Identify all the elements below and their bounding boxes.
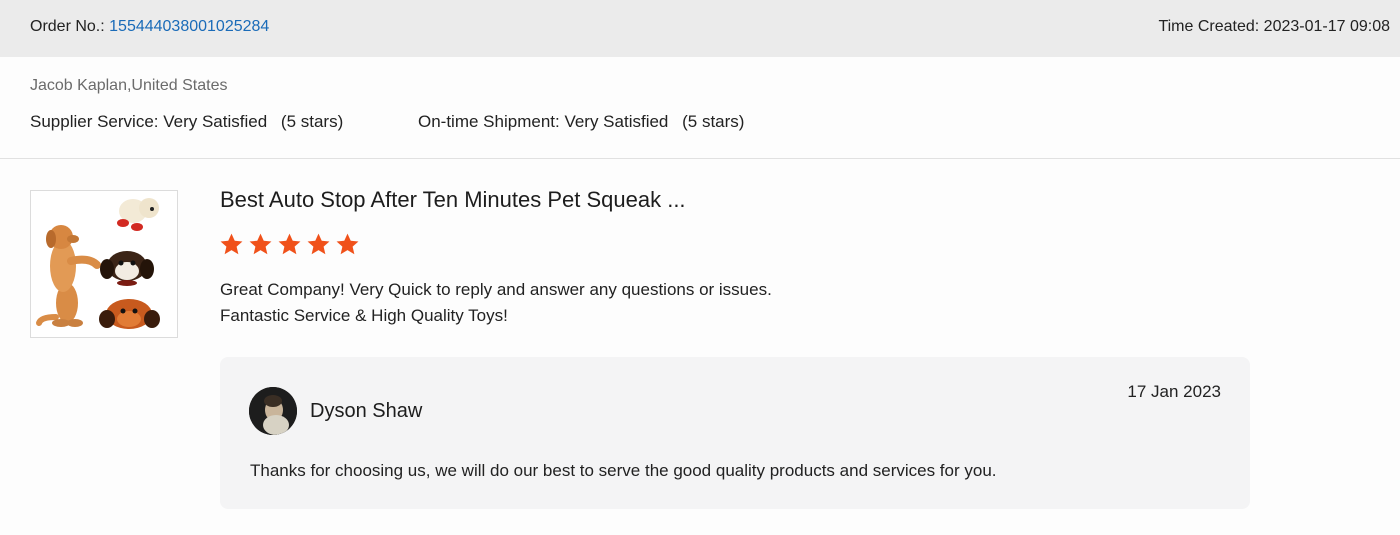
buyer-section: Jacob Kaplan,United States Supplier Serv… xyxy=(0,57,1400,159)
time-created-label: Time Created: xyxy=(1158,18,1260,35)
time-created-value: 2023-01-17 09:08 xyxy=(1263,18,1390,35)
buyer-name-location: Jacob Kaplan,United States xyxy=(30,77,228,94)
star-icon xyxy=(307,233,330,255)
ontime-shipment-stars: (5 stars) xyxy=(682,112,745,131)
supplier-service-label: Supplier Service: Very Satisfied xyxy=(30,112,268,131)
ontime-shipment-label: On-time Shipment: Very Satisfied xyxy=(418,112,669,131)
avatar xyxy=(249,387,297,435)
reply-author-name: Dyson Shaw xyxy=(310,400,423,422)
avatar-image xyxy=(249,387,297,435)
supplier-service-rating: Supplier Service: Very Satisfied (5 star… xyxy=(30,112,343,132)
reply-date: 17 Jan 2023 xyxy=(1127,382,1221,401)
star-icon xyxy=(336,233,359,255)
product-image xyxy=(31,191,177,337)
review-text-line-1: Great Company! Very Quick to reply and a… xyxy=(220,280,772,299)
star-icon xyxy=(278,233,301,255)
review-star-rating xyxy=(219,232,360,260)
supplier-service-stars: (5 stars) xyxy=(280,112,344,131)
star-icon xyxy=(249,233,272,255)
order-number-row: Order No.: 155444038001025284 xyxy=(30,18,269,36)
order-number-label: Order No.: xyxy=(30,18,105,35)
order-number-link[interactable]: 155444038001025284 xyxy=(109,18,269,35)
review-text-line-2: Fantastic Service & High Quality Toys! xyxy=(220,306,508,325)
review-text: Great Company! Very Quick to reply and a… xyxy=(220,277,772,329)
ontime-shipment-rating: On-time Shipment: Very Satisfied (5 star… xyxy=(418,112,744,132)
star-icon xyxy=(220,233,243,255)
product-thumbnail[interactable] xyxy=(30,190,178,338)
product-title[interactable]: Best Auto Stop After Ten Minutes Pet Squ… xyxy=(220,187,686,213)
time-created: Time Created: 2023-01-17 09:08 xyxy=(1158,18,1390,36)
reply-text: Thanks for choosing us, we will do our b… xyxy=(250,461,997,480)
order-header: Order No.: 155444038001025284 Time Creat… xyxy=(0,0,1400,57)
supplier-reply-card: Dyson Shaw 17 Jan 2023 Thanks for choosi… xyxy=(220,357,1250,509)
